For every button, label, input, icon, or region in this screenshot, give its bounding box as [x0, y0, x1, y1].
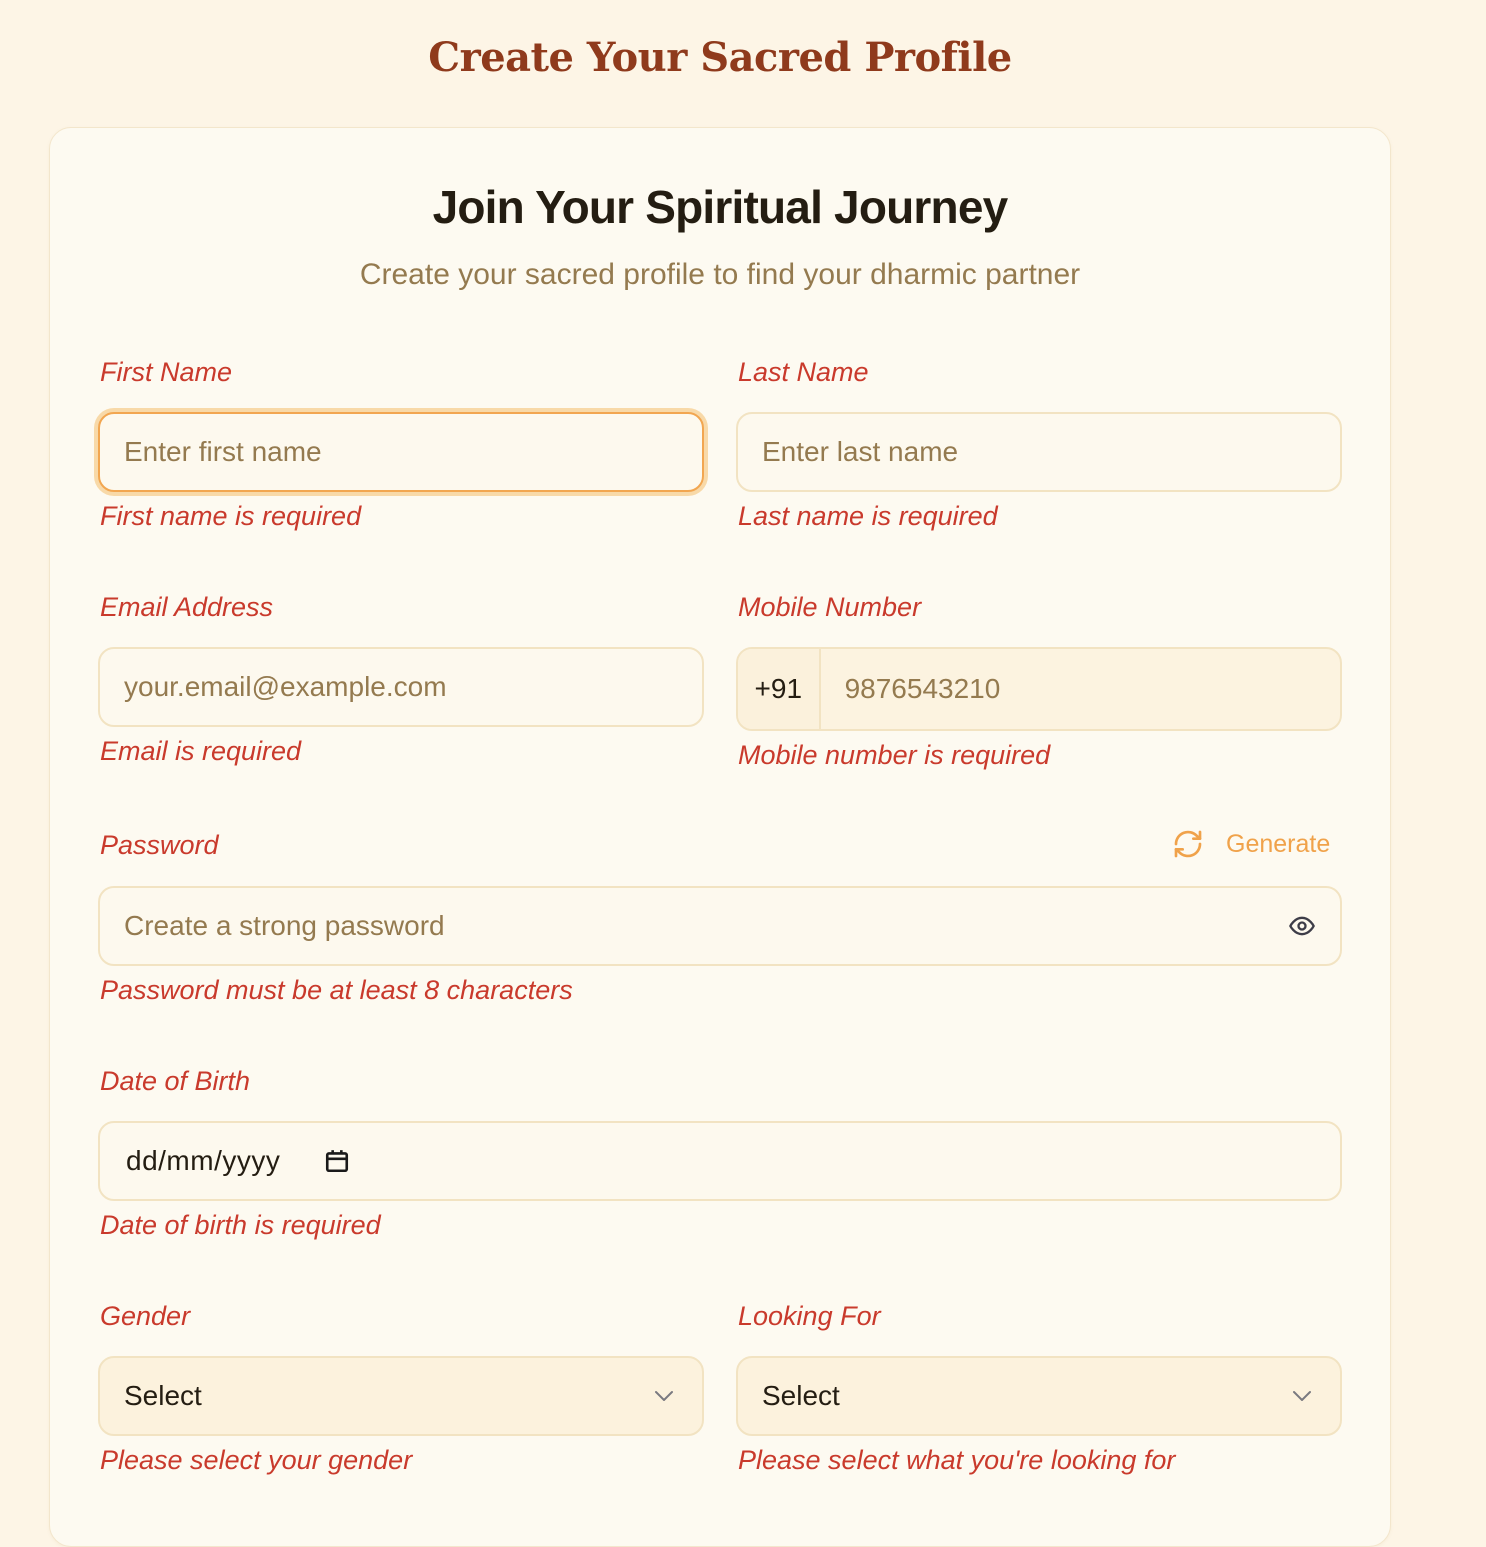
last-name-error: Last name is required: [738, 501, 998, 531]
dob-label: Date of Birth: [100, 1066, 251, 1096]
email-label: Email Address: [100, 592, 274, 622]
refresh-icon: [1174, 830, 1202, 858]
generate-label: Generate: [1226, 829, 1331, 858]
looking-for-label: Looking For: [738, 1301, 881, 1331]
password-input[interactable]: [100, 888, 1340, 964]
card-subtitle: Create your sacred profile to find your …: [359, 258, 1081, 291]
eye-icon[interactable]: [1286, 912, 1318, 940]
email-field[interactable]: [98, 647, 704, 727]
gender-select[interactable]: Select: [98, 1356, 704, 1436]
gender-label: Gender: [100, 1301, 191, 1331]
calendar-icon[interactable]: [324, 1147, 350, 1175]
last-name-field[interactable]: [736, 412, 1342, 492]
looking-for-selected-value: Select: [762, 1380, 840, 1411]
generate-password-button[interactable]: Generate: [1172, 828, 1330, 860]
last-name-label: Last Name: [738, 357, 869, 387]
gender-selected-value: Select: [124, 1380, 202, 1411]
password-field[interactable]: [98, 886, 1342, 966]
looking-for-select[interactable]: Select: [736, 1356, 1342, 1436]
mobile-field[interactable]: +91: [736, 647, 1342, 731]
first-name-label: First Name: [100, 357, 233, 387]
dob-error: Date of birth is required: [100, 1210, 381, 1240]
email-input[interactable]: [100, 649, 702, 725]
looking-for-error: Please select what you're looking for: [738, 1445, 1176, 1475]
email-error: Email is required: [100, 736, 302, 766]
first-name-field[interactable]: [98, 412, 704, 492]
card-title: Join Your Spiritual Journey: [432, 181, 1009, 233]
mobile-error: Mobile number is required: [738, 740, 1051, 770]
dob-field[interactable]: dd/mm/yyyy: [98, 1121, 1342, 1201]
chevron-down-icon: [1293, 1391, 1311, 1401]
password-label: Password: [100, 830, 219, 860]
page-title: Create Your Sacred Profile: [428, 34, 1012, 81]
gender-error: Please select your gender: [100, 1445, 413, 1475]
mobile-label: Mobile Number: [738, 592, 922, 622]
mobile-input[interactable]: [820, 649, 1340, 729]
password-error: Password must be at least 8 characters: [100, 975, 573, 1005]
chevron-down-icon: [655, 1391, 673, 1401]
country-code: +91: [738, 649, 821, 729]
first-name-error: First name is required: [100, 501, 362, 531]
first-name-input[interactable]: [100, 414, 702, 490]
dob-value: dd/mm/yyyy: [126, 1145, 281, 1176]
last-name-input[interactable]: [738, 414, 1340, 490]
